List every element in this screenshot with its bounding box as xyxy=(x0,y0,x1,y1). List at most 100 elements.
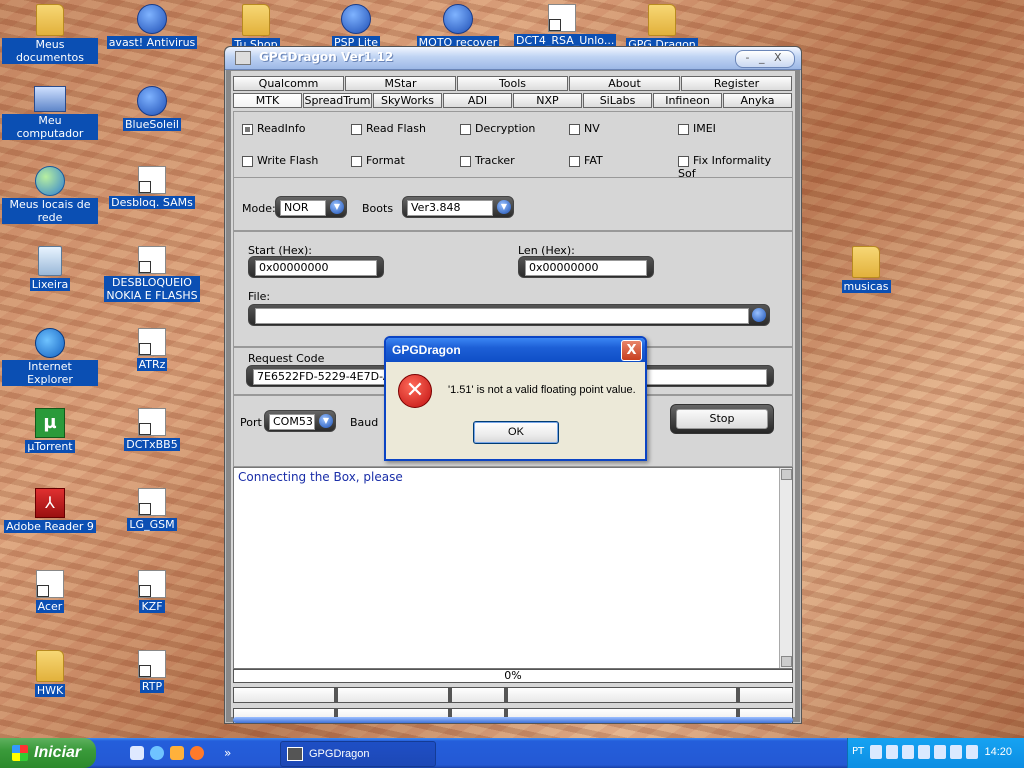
quick-launch-more[interactable]: » xyxy=(224,746,231,762)
firefox-icon[interactable] xyxy=(190,746,204,760)
scroll-down-icon[interactable] xyxy=(781,656,792,667)
mode-select[interactable]: NOR ▼ xyxy=(275,196,347,218)
desktop-icon-acer[interactable]: Acer xyxy=(2,570,98,613)
start-button[interactable]: Iniciar xyxy=(0,738,96,768)
checkbox-decryption[interactable]: Decryption xyxy=(460,122,535,135)
len-hex-field[interactable]: 0x00000000 xyxy=(518,256,654,278)
folder-icon xyxy=(36,650,64,682)
desktop-icon-partial-3[interactable]: MOTO recover xyxy=(410,4,506,49)
desktop-icon-partial-5[interactable]: GPG Dragon xyxy=(614,4,710,51)
shortcut-icon xyxy=(36,570,64,598)
checkbox-nv[interactable]: NV xyxy=(569,122,600,135)
tab-mstar[interactable]: MStar xyxy=(345,76,456,91)
checkbox-readinfo[interactable]: ReadInfo xyxy=(242,122,305,135)
checkbox-fat[interactable]: FAT xyxy=(569,154,603,167)
desktop-icon-bluesoleil[interactable]: BlueSoleil xyxy=(104,86,200,131)
show-desktop-icon[interactable] xyxy=(130,746,144,760)
ie-icon[interactable] xyxy=(150,746,164,760)
checkbox-box xyxy=(460,155,471,167)
scroll-up-icon[interactable] xyxy=(781,469,792,480)
status-divider xyxy=(334,688,338,702)
checkbox-tracker[interactable]: Tracker xyxy=(460,154,515,167)
tab-tools[interactable]: Tools xyxy=(457,76,568,91)
window-titlebar[interactable]: GPGDragon Ver1.12 - _ X xyxy=(225,47,801,70)
tab-qualcomm[interactable]: Qualcomm xyxy=(233,76,344,91)
desktop-icon-lixeira[interactable]: Lixeira xyxy=(2,246,98,291)
log-area[interactable]: Connecting the Box, please xyxy=(233,467,793,669)
desktop-icon-hwk[interactable]: HWK xyxy=(2,650,98,697)
file-input[interactable] xyxy=(255,308,749,324)
tray-bluetooth-icon[interactable] xyxy=(934,745,946,759)
desktop-icon-utorrent[interactable]: µ µTorrent xyxy=(2,408,98,453)
window-control-buttons[interactable]: - _ X xyxy=(735,50,795,68)
desktop-icon-musicas[interactable]: musicas xyxy=(818,246,914,293)
taskbar-item-gpgdragon[interactable]: GPGDragon xyxy=(280,741,436,767)
tray-security-icon[interactable] xyxy=(918,745,930,759)
stop-button-label: Stop xyxy=(676,409,768,429)
checkbox-write-flash[interactable]: Write Flash xyxy=(242,154,318,167)
boots-select[interactable]: Ver3.848 ▼ xyxy=(402,196,514,218)
log-scrollbar[interactable] xyxy=(779,468,792,668)
desktop-icon-avast[interactable]: avast! Antivirus xyxy=(104,4,200,49)
tab-nxp[interactable]: NXP xyxy=(513,93,582,108)
port-select[interactable]: COM53 ▼ xyxy=(264,410,336,432)
tab-spreadtrum[interactable]: SpreadTrum xyxy=(303,93,372,108)
tray-display-icon[interactable] xyxy=(950,745,962,759)
tab-adi[interactable]: ADI xyxy=(443,93,512,108)
desktop-icon-adobe-reader[interactable]: ⅄ Adobe Reader 9 xyxy=(2,488,98,533)
tab-about[interactable]: About xyxy=(569,76,680,91)
pdf-icon: ⅄ xyxy=(35,488,65,518)
ok-button[interactable]: OK xyxy=(473,421,559,444)
start-hex-field[interactable]: 0x00000000 xyxy=(248,256,384,278)
folder-icon xyxy=(648,4,676,36)
status-divider xyxy=(504,688,508,702)
desktop-icon-partial-2[interactable]: PSP Lite xyxy=(308,4,404,49)
desktop-icon-desbloqueio-nokia[interactable]: DESBLOQUEIO NOKIA E FLASHS xyxy=(104,246,200,302)
browse-file-icon[interactable] xyxy=(752,308,766,322)
start-hex-input[interactable]: 0x00000000 xyxy=(255,260,377,276)
desktop-icon-internet-explorer[interactable]: Internet Explorer xyxy=(2,328,98,386)
chevron-down-icon[interactable]: ▼ xyxy=(330,200,344,214)
checkbox-box xyxy=(678,123,689,135)
tab-mtk[interactable]: MTK xyxy=(233,93,302,108)
tab-register[interactable]: Register xyxy=(681,76,792,91)
chevron-down-icon[interactable]: ▼ xyxy=(497,200,511,214)
language-indicator[interactable]: PT xyxy=(852,746,864,757)
avast-icon xyxy=(137,4,167,34)
window-title: GPGDragon Ver1.12 xyxy=(259,50,394,64)
tab-silabs[interactable]: SiLabs xyxy=(583,93,652,108)
tray-arrow-icon[interactable] xyxy=(870,745,882,759)
checkbox-format[interactable]: Format xyxy=(351,154,405,167)
folder-icon xyxy=(242,4,270,36)
close-icon[interactable]: X xyxy=(621,340,642,361)
desktop-icon-meus-locais-de-rede[interactable]: Meus locais de rede xyxy=(2,166,98,224)
shortcut-icon xyxy=(138,166,166,194)
desktop-icon-kzf[interactable]: KZF xyxy=(104,570,200,613)
tab-skyworks[interactable]: SkyWorks xyxy=(373,93,442,108)
tab-anyka[interactable]: Anyka xyxy=(723,93,792,108)
file-field[interactable] xyxy=(248,304,770,326)
checkbox-box xyxy=(242,155,253,167)
media-player-icon[interactable] xyxy=(170,746,184,760)
desktop-icon-rtp[interactable]: RTP xyxy=(104,650,200,693)
desktop-icon-meus-documentos[interactable]: Meus documentos xyxy=(2,4,98,64)
tray-search-icon[interactable] xyxy=(886,745,898,759)
checkbox-read-flash[interactable]: Read Flash xyxy=(351,122,426,135)
tray-volume-icon[interactable] xyxy=(966,745,978,759)
desktop-icon-lg-gsm[interactable]: LG_GSM xyxy=(104,488,200,531)
desktop-icon-partial-1[interactable]: Tu Shop xyxy=(208,4,304,51)
tray-network-icon[interactable] xyxy=(902,745,914,759)
desktop-icon-meu-computador[interactable]: Meu computador xyxy=(2,86,98,140)
desktop-icon-atrz[interactable]: ATRz xyxy=(104,328,200,371)
checkbox-imei[interactable]: IMEI xyxy=(678,122,716,135)
dialog-titlebar[interactable]: GPGDragon X xyxy=(386,338,645,362)
desktop-icon-dctxbb5[interactable]: DCTxBB5 xyxy=(104,408,200,451)
stop-button[interactable]: Stop xyxy=(670,404,774,434)
chevron-down-icon[interactable]: ▼ xyxy=(319,414,333,428)
tab-infineon[interactable]: Infineon xyxy=(653,93,722,108)
clock[interactable]: 14:20 xyxy=(984,746,1012,758)
len-hex-input[interactable]: 0x00000000 xyxy=(525,260,647,276)
desktop-icon-desbloq-sams[interactable]: Desbloq. SAMs xyxy=(104,166,200,209)
desktop-icon-partial-4[interactable]: DCT4_RSA_Unlo... xyxy=(514,4,617,47)
windows-logo-icon xyxy=(12,744,28,761)
